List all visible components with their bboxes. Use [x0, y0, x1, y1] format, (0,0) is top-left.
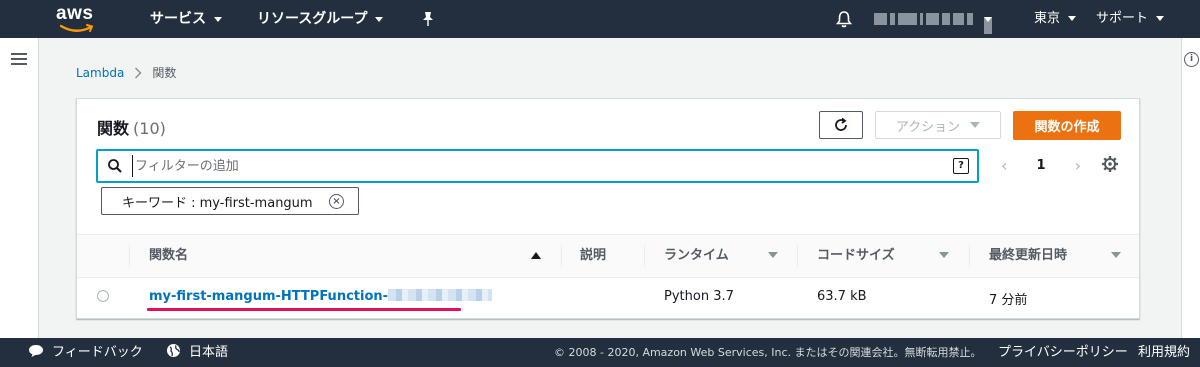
caret-down-icon [375, 16, 384, 22]
caret-down-icon [214, 16, 222, 22]
table-header: 関数名 説明 ランタイム コードサイズ 最終更新日時 [77, 234, 1139, 278]
filter-box: ? [96, 149, 979, 183]
services-menu[interactable]: サービス [150, 0, 222, 38]
pin-icon[interactable] [421, 11, 435, 27]
column-divider [969, 245, 970, 267]
resource-groups-label: リソースグループ [257, 11, 368, 27]
chevron-right-icon[interactable]: › [1075, 156, 1081, 175]
language-label: 日本語 [189, 345, 229, 360]
chevron-left-icon[interactable]: ‹ [1001, 156, 1007, 175]
column-header-runtime[interactable]: ランタイム [664, 235, 729, 277]
row-radio[interactable] [97, 290, 109, 302]
column-header-code-size[interactable]: コードサイズ [817, 235, 895, 277]
chevron-right-icon [135, 66, 142, 79]
hamburger-icon[interactable] [11, 52, 27, 66]
top-nav: aws サービス リソースグループ 東京 サポート [0, 0, 1200, 38]
globe-icon [167, 344, 180, 357]
feedback-link[interactable]: フィードバック [28, 338, 143, 367]
breadcrumb: Lambda 関数 [76, 64, 176, 81]
page-number[interactable]: 1 [1036, 158, 1045, 173]
column-header-description[interactable]: 説明 [580, 235, 606, 277]
column-divider [129, 245, 130, 267]
column-divider [644, 245, 645, 267]
caret-down-icon [984, 17, 992, 34]
bell-icon[interactable] [836, 10, 852, 28]
privacy-policy-link[interactable]: プライバシーポリシー [998, 338, 1128, 367]
function-runtime: Python 3.7 [664, 289, 734, 304]
filter-input[interactable] [132, 155, 935, 177]
support-label: サポート [1096, 11, 1149, 26]
column-header-last-modified[interactable]: 最終更新日時 [989, 235, 1067, 277]
footer: フィードバック 日本語 © 2008 - 2020, Amazon Web Se… [0, 338, 1200, 367]
panel-title-text: 関数 [97, 119, 130, 138]
function-name: my-first-mangum-HTTPFunction- [149, 289, 389, 304]
create-function-label: 関数の作成 [1034, 120, 1100, 135]
info-icon[interactable]: i [1184, 52, 1199, 67]
table-row: my-first-mangum-HTTPFunction- Python 3.7… [77, 277, 1139, 317]
region-label: 東京 [1034, 11, 1061, 26]
function-code-size: 63.7 kB [817, 289, 867, 304]
services-label: サービス [150, 11, 206, 27]
breadcrumb-current: 関数 [152, 66, 177, 80]
column-header-name[interactable]: 関数名 [149, 235, 188, 277]
comment-icon [29, 345, 43, 357]
filter-token: キーワード : my-first-mangum × [101, 187, 359, 215]
aws-logo[interactable]: aws [56, 3, 100, 35]
copyright: © 2008 - 2020, Amazon Web Services, Inc.… [554, 346, 982, 359]
caret-down-icon [1068, 16, 1077, 21]
create-function-button[interactable]: 関数の作成 [1013, 111, 1121, 140]
sort-ascending-icon[interactable] [531, 252, 541, 259]
caret-down-icon [970, 122, 981, 128]
column-divider [561, 245, 562, 267]
help-panel-rail: i [1181, 38, 1200, 338]
redacted-text [388, 289, 493, 301]
support-menu[interactable]: サポート [1096, 0, 1165, 38]
caret-down-icon [1156, 16, 1165, 21]
feedback-label: フィードバック [52, 345, 143, 360]
annotation-underline [147, 308, 461, 311]
close-circle-icon[interactable]: × [329, 194, 344, 209]
actions-label: アクション [895, 119, 961, 135]
sort-icon[interactable] [939, 252, 949, 258]
account-menu[interactable] [874, 13, 992, 34]
sort-icon[interactable] [768, 252, 778, 258]
pagination: ‹ 1 › [1001, 151, 1081, 179]
refresh-button[interactable] [819, 111, 863, 139]
filter-token-text: キーワード : my-first-mangum [122, 195, 313, 211]
function-last-modified: 7 分前 [989, 293, 1028, 308]
breadcrumb-lambda-link[interactable]: Lambda [76, 66, 124, 80]
functions-panel: 関数(10) アクション 関数の作成 ? ‹ 1 › キーワード : my-fi… [76, 98, 1140, 319]
column-divider [797, 245, 798, 267]
aws-smile-icon [60, 24, 94, 32]
function-name-link[interactable]: my-first-mangum-HTTPFunction- [149, 289, 493, 304]
sort-icon[interactable] [1111, 252, 1121, 258]
language-selector[interactable]: 日本語 [166, 338, 228, 367]
aws-logo-text: aws [56, 3, 94, 24]
resource-groups-menu[interactable]: リソースグループ [257, 0, 384, 38]
left-sidebar [0, 38, 39, 338]
region-menu[interactable]: 東京 [1034, 0, 1077, 38]
search-icon [108, 159, 122, 173]
terms-link[interactable]: 利用規約 [1138, 338, 1190, 367]
refresh-icon [835, 117, 847, 131]
help-icon[interactable]: ? [953, 158, 969, 174]
gear-icon[interactable] [1101, 155, 1119, 173]
actions-button[interactable]: アクション [875, 111, 1001, 139]
panel-title: 関数 (10) [97, 115, 166, 139]
function-count: (10) [133, 119, 166, 138]
